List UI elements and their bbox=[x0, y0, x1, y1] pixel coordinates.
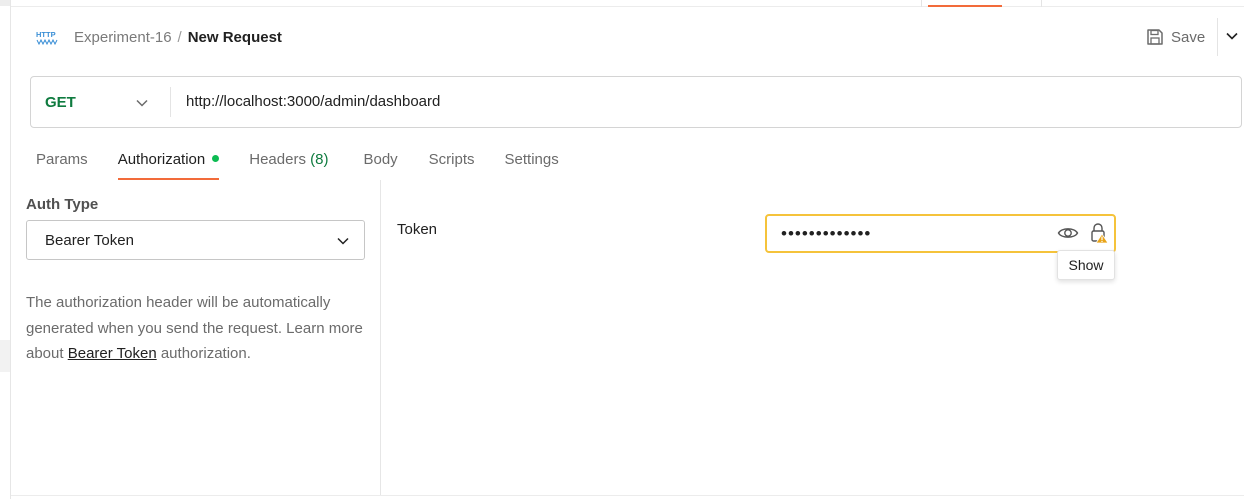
active-indicator-dot bbox=[212, 155, 220, 162]
bottom-divider bbox=[11, 495, 1244, 496]
save-button[interactable]: Save bbox=[1145, 26, 1205, 48]
tab-scripts[interactable]: Scripts bbox=[429, 140, 475, 180]
save-icon bbox=[1147, 29, 1163, 45]
pane-divider[interactable] bbox=[380, 180, 381, 495]
tab-label: Body bbox=[363, 151, 398, 168]
request-tabs: Params Authorization Headers (8) Body Sc… bbox=[36, 140, 559, 180]
svg-text:HTTP: HTTP bbox=[36, 30, 56, 39]
tab-divider bbox=[1041, 0, 1042, 7]
tab-body[interactable]: Body bbox=[363, 140, 397, 180]
chevron-down-icon[interactable] bbox=[1225, 29, 1239, 43]
auth-type-label: Auth Type bbox=[26, 196, 99, 213]
tab-authorization[interactable]: Authorization bbox=[117, 140, 220, 180]
url-separator bbox=[170, 87, 171, 117]
tab-params[interactable]: Params bbox=[36, 140, 88, 180]
token-label: Token bbox=[397, 221, 438, 238]
tab-label: Scripts bbox=[428, 151, 475, 168]
request-title[interactable]: New Request bbox=[188, 29, 282, 46]
http-icon: HTTP bbox=[36, 30, 58, 46]
save-separator bbox=[1217, 18, 1218, 56]
breadcrumb-collection[interactable]: Experiment-16 bbox=[74, 29, 172, 46]
auth-type-value: Bearer Token bbox=[45, 232, 134, 249]
method-select[interactable]: GET bbox=[45, 94, 76, 111]
breadcrumb: Experiment-16 / New Request bbox=[74, 29, 282, 47]
sidebar-edge-mark bbox=[0, 340, 10, 372]
chevron-down-icon[interactable] bbox=[135, 96, 149, 110]
auth-type-select[interactable]: Bearer Token bbox=[26, 220, 365, 260]
tab-headers[interactable]: Headers (8) bbox=[249, 140, 328, 180]
tab-label: Params bbox=[36, 151, 88, 168]
tab-label: Headers bbox=[249, 151, 306, 168]
eye-icon[interactable] bbox=[1057, 224, 1079, 242]
tab-strip-edge bbox=[11, 0, 1244, 7]
auth-description: The authorization header will be automat… bbox=[26, 290, 371, 367]
headers-count: (8) bbox=[310, 151, 329, 168]
show-tooltip: Show bbox=[1057, 250, 1115, 280]
url-input[interactable] bbox=[186, 93, 1186, 110]
lock-warning-icon[interactable] bbox=[1089, 222, 1109, 244]
sidebar-edge-mark-top bbox=[0, 0, 10, 6]
save-label: Save bbox=[1171, 28, 1206, 46]
url-bar: GET bbox=[30, 76, 1242, 128]
left-sidebar-edge bbox=[0, 0, 11, 499]
auth-description-end: authorization. bbox=[156, 345, 251, 362]
token-field[interactable] bbox=[765, 214, 1116, 253]
breadcrumb-separator: / bbox=[177, 29, 182, 46]
chevron-down-icon bbox=[337, 237, 349, 245]
tab-settings[interactable]: Settings bbox=[505, 140, 559, 180]
active-tab-underline bbox=[928, 5, 1002, 7]
request-header: HTTP Experiment-16 / New Request Save bbox=[11, 8, 1244, 68]
tab-label: Authorization bbox=[117, 151, 206, 168]
bearer-token-link[interactable]: Bearer Token bbox=[68, 345, 157, 362]
token-input[interactable] bbox=[781, 224, 1041, 244]
tab-label: Settings bbox=[504, 151, 559, 168]
tab-divider bbox=[921, 0, 922, 7]
